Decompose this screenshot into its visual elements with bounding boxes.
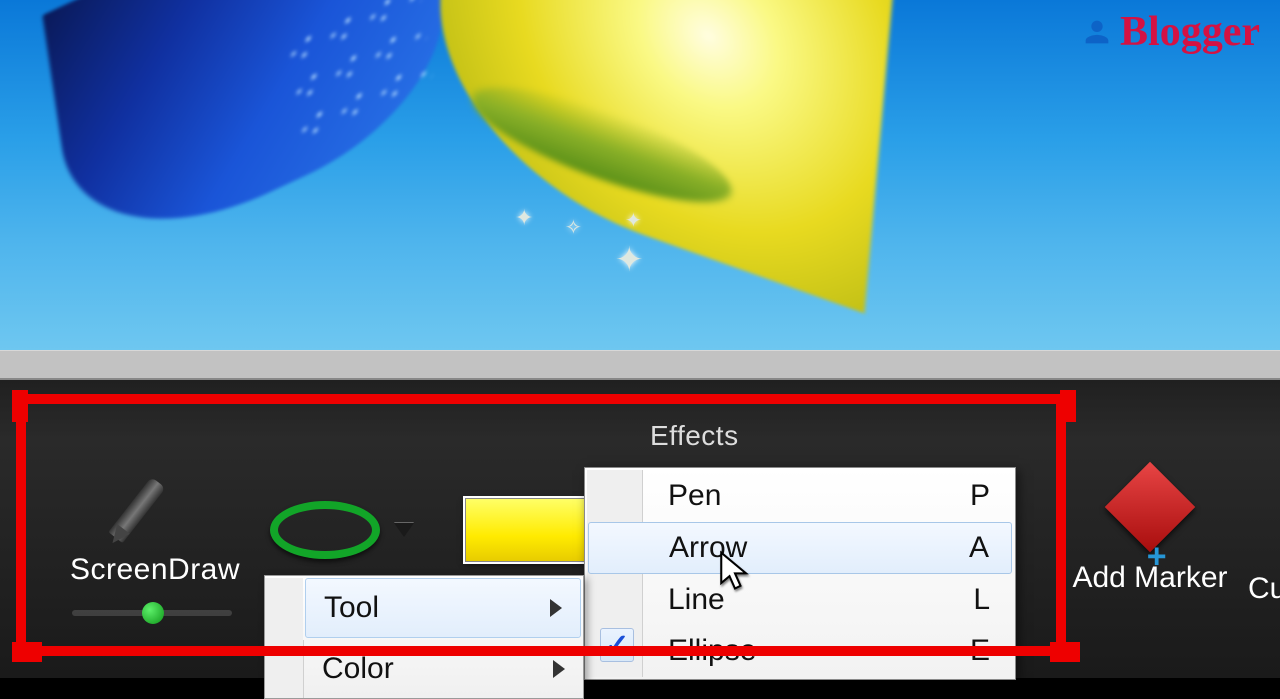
submenu-item-label: Arrow <box>669 531 747 565</box>
annotation-handle <box>12 642 42 662</box>
windows-flag-blue-segment <box>42 0 457 280</box>
truncated-button[interactable]: Cu <box>1248 572 1280 606</box>
add-marker-button[interactable]: Add Marker <box>1050 475 1250 595</box>
sparkle-icon: ✧ <box>565 215 582 240</box>
window-chrome-strip <box>0 350 1280 380</box>
dropdown-caret-icon <box>394 523 414 537</box>
screendraw-button[interactable]: ScreenDraw <box>65 465 245 587</box>
context-menu-item-color[interactable]: Color <box>303 640 583 698</box>
shape-picker-button[interactable] <box>270 495 440 565</box>
context-menu-item-label: Color <box>322 652 394 686</box>
annotation-handle <box>1050 642 1080 662</box>
submenu-item-arrow[interactable]: Arrow A <box>588 522 1012 574</box>
screendraw-slider[interactable] <box>72 610 232 616</box>
sparkle-icon: ✦ <box>515 205 533 231</box>
truncated-label: Cu <box>1248 572 1280 605</box>
submenu-item-ellipse[interactable]: ✓ Ellipse E <box>588 626 1012 676</box>
tool-submenu: Pen P Arrow A Line L ✓ Ellipse E <box>584 467 1016 680</box>
annotation-handle <box>12 390 28 422</box>
submenu-item-shortcut: E <box>970 634 990 668</box>
context-menu-item-tool[interactable]: Tool <box>305 578 581 638</box>
effects-toolbar: Effects ScreenDraw Pen P Arrow A Line L … <box>0 380 1280 678</box>
desktop-wallpaper: ✦ ✦ ✧ ✦ Blogger <box>0 0 1280 350</box>
submenu-arrow-icon <box>550 599 562 617</box>
submenu-item-shortcut: L <box>973 583 990 617</box>
person-icon <box>1080 15 1114 49</box>
toolbar-section-title: Effects <box>650 390 739 452</box>
submenu-item-label: Pen <box>668 479 721 513</box>
screendraw-label: ScreenDraw <box>65 553 245 587</box>
color-swatch-button[interactable] <box>465 498 585 562</box>
submenu-item-shortcut: P <box>970 479 990 513</box>
shape-context-menu: Tool Color <box>264 575 584 699</box>
sparkle-icon: ✦ <box>615 240 644 280</box>
context-menu-item-label: Tool <box>324 591 379 625</box>
submenu-item-label: Line <box>668 583 725 617</box>
blogger-watermark: Blogger <box>1080 8 1260 56</box>
submenu-item-shortcut: A <box>969 531 989 565</box>
sparkle-icon: ✦ <box>625 208 642 233</box>
submenu-item-label: Ellipse <box>668 634 756 668</box>
windows-flag-yellow-segment <box>426 0 894 313</box>
checkmark-icon: ✓ <box>600 628 634 662</box>
pen-icon <box>100 465 210 535</box>
submenu-item-line[interactable]: Line L <box>588 575 1012 625</box>
submenu-arrow-icon <box>553 660 565 678</box>
ellipse-icon <box>270 501 380 559</box>
marker-icon <box>1105 462 1196 553</box>
brand-text: Blogger <box>1120 8 1260 56</box>
annotation-handle <box>1060 390 1076 422</box>
submenu-item-pen[interactable]: Pen P <box>588 471 1012 521</box>
